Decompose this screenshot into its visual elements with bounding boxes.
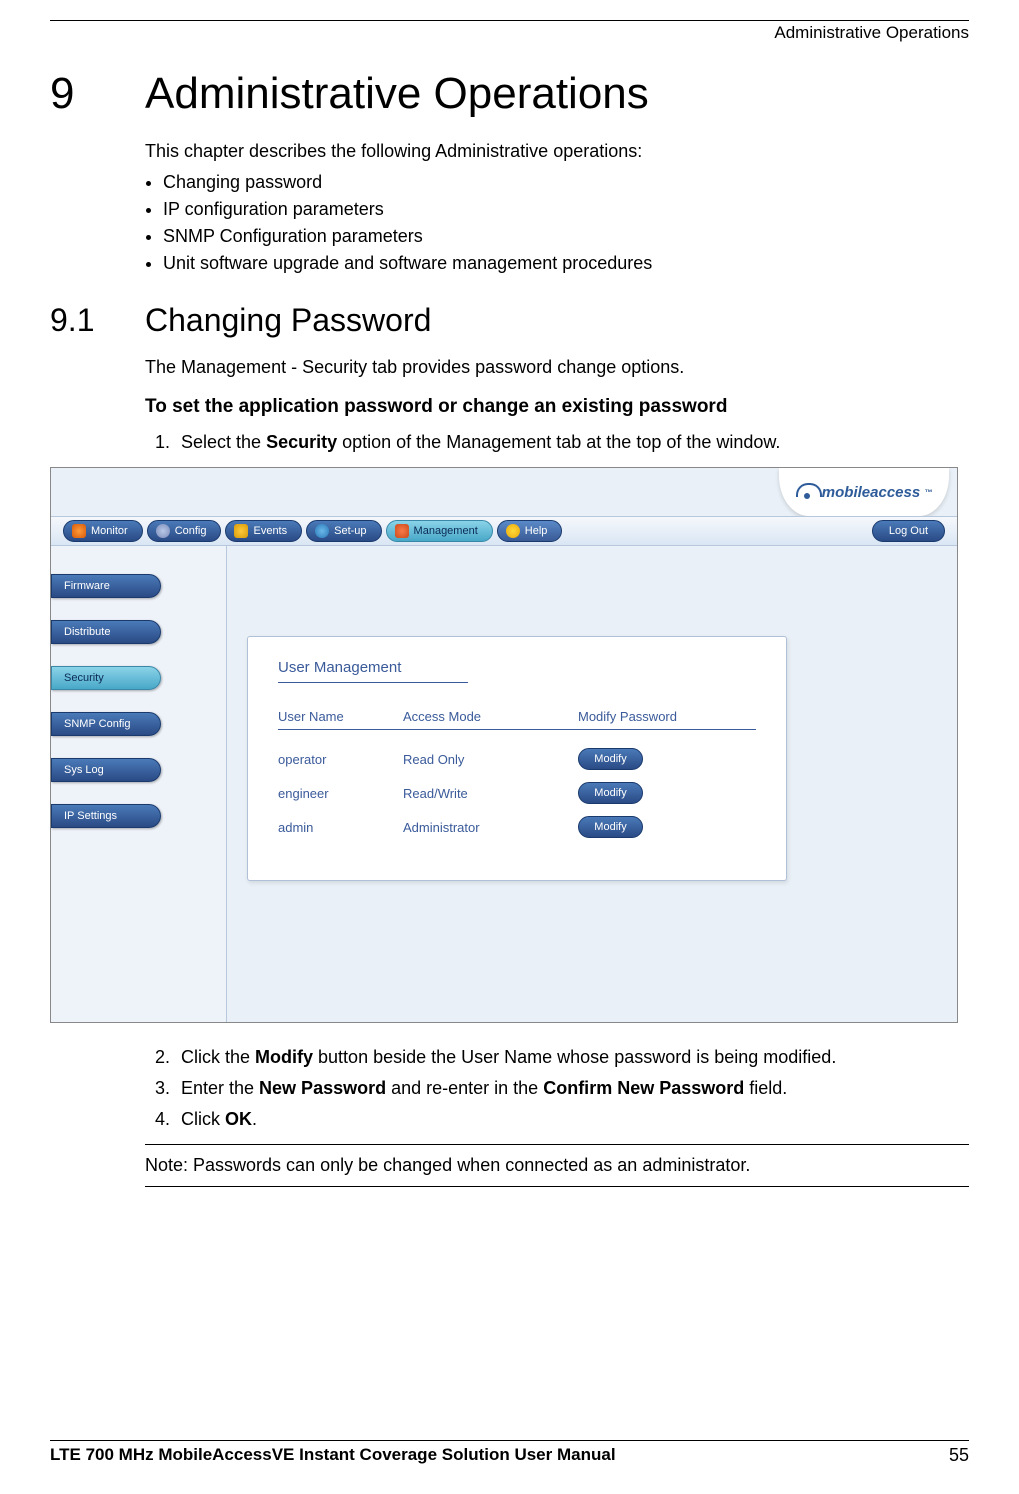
sidebar-item-firmware[interactable]: Firmware (51, 574, 161, 598)
section-heading: 9.1 Changing Password (50, 302, 969, 339)
footer-title: LTE 700 MHz MobileAccessVE Instant Cover… (50, 1445, 616, 1466)
tab-management[interactable]: Management (386, 520, 493, 542)
cell-username: engineer (278, 786, 403, 801)
sidebar-item-snmp[interactable]: SNMP Config (51, 712, 161, 736)
panel-title: User Management (278, 659, 468, 683)
step-2: Click the Modify button beside the User … (175, 1047, 969, 1068)
tab-help[interactable]: Help (497, 520, 563, 542)
sidebar-item-distribute[interactable]: Distribute (51, 620, 161, 644)
header-rule (50, 20, 969, 21)
setup-icon (315, 524, 329, 538)
chapter-title: Administrative Operations (145, 69, 649, 119)
modify-button[interactable]: Modify (578, 816, 643, 838)
running-head: Administrative Operations (50, 23, 969, 43)
sidebar-item-syslog[interactable]: Sys Log (51, 758, 161, 782)
monitor-icon (72, 524, 86, 538)
chapter-heading: 9 Administrative Operations (50, 69, 969, 119)
tab-monitor[interactable]: Monitor (63, 520, 143, 542)
chapter-intro: This chapter describes the following Adm… (145, 141, 969, 162)
header-username: User Name (278, 709, 403, 724)
list-item: Unit software upgrade and software manag… (163, 253, 969, 274)
step-3: Enter the New Password and re-enter in t… (175, 1078, 969, 1099)
step-1: Select the Security option of the Manage… (175, 432, 969, 453)
header-access: Access Mode (403, 709, 578, 724)
logo-tab: mobileaccess™ (779, 468, 949, 516)
management-icon (395, 524, 409, 538)
nav-bar: Monitor Config Events Set-up Management … (51, 516, 957, 546)
logout-button[interactable]: Log Out (872, 520, 945, 542)
chapter-number: 9 (50, 69, 145, 119)
list-item: SNMP Configuration parameters (163, 226, 969, 247)
user-management-panel: User Management User Name Access Mode Mo… (247, 636, 787, 881)
sidebar-item-security[interactable]: Security (51, 666, 161, 690)
note-box: Note: Passwords can only be changed when… (145, 1144, 969, 1187)
screenshot-figure: mobileaccess™ Monitor Config Events Set-… (50, 467, 958, 1023)
steps-list-continued: Click the Modify button beside the User … (175, 1047, 969, 1130)
config-icon (156, 524, 170, 538)
section-number: 9.1 (50, 302, 145, 339)
modify-button[interactable]: Modify (578, 782, 643, 804)
tab-setup[interactable]: Set-up (306, 520, 381, 542)
steps-list: Select the Security option of the Manage… (175, 432, 969, 453)
user-table: User Name Access Mode Modify Password op… (278, 709, 756, 838)
cell-access: Administrator (403, 820, 578, 835)
list-item: IP configuration parameters (163, 199, 969, 220)
sidebar: Firmware Distribute Security SNMP Config… (51, 546, 227, 1022)
content-area: User Management User Name Access Mode Mo… (227, 546, 957, 1022)
logo: mobileaccess™ (796, 483, 932, 501)
cell-username: admin (278, 820, 403, 835)
modify-button[interactable]: Modify (578, 748, 643, 770)
step-4: Click OK. (175, 1109, 969, 1130)
tab-events[interactable]: Events (225, 520, 302, 542)
table-header: User Name Access Mode Modify Password (278, 709, 756, 730)
table-row: engineer Read/Write Modify (278, 782, 756, 804)
logo-icon (796, 483, 818, 501)
section-para: The Management - Security tab provides p… (145, 357, 969, 378)
footer-page: 55 (949, 1445, 969, 1466)
table-row: operator Read Only Modify (278, 748, 756, 770)
cell-access: Read Only (403, 752, 578, 767)
cell-access: Read/Write (403, 786, 578, 801)
list-item: Changing password (163, 172, 969, 193)
table-row: admin Administrator Modify (278, 816, 756, 838)
events-icon (234, 524, 248, 538)
section-title: Changing Password (145, 302, 431, 339)
sidebar-item-ipsettings[interactable]: IP Settings (51, 804, 161, 828)
header-modify: Modify Password (578, 709, 733, 724)
footer: LTE 700 MHz MobileAccessVE Instant Cover… (50, 1440, 969, 1466)
help-icon (506, 524, 520, 538)
cell-username: operator (278, 752, 403, 767)
section-subhead: To set the application password or chang… (145, 396, 969, 418)
tab-config[interactable]: Config (147, 520, 222, 542)
bullet-list: Changing password IP configuration param… (163, 172, 969, 274)
